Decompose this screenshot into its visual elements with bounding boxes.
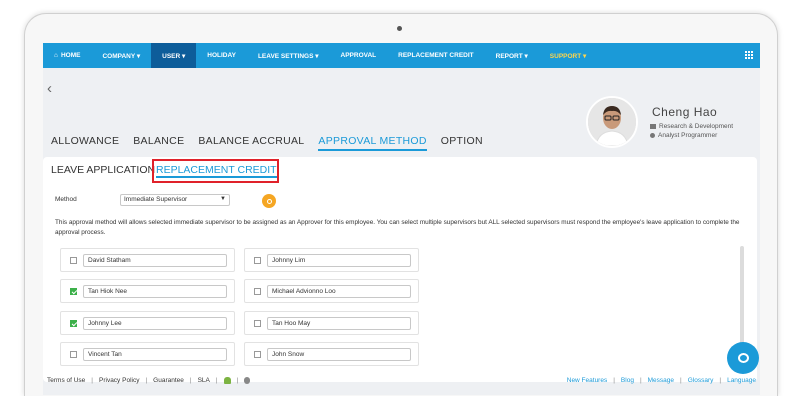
employee-name: Tan Hoo May bbox=[267, 317, 411, 330]
employee-checkbox[interactable] bbox=[70, 257, 77, 264]
grid-icon[interactable] bbox=[745, 51, 754, 60]
footer-terms[interactable]: Terms of Use bbox=[47, 377, 85, 384]
nav-home[interactable]: ⌂ HOME bbox=[43, 43, 91, 68]
employee-item: Tan Hoo May bbox=[244, 311, 419, 335]
nav-user[interactable]: USER ▾ bbox=[151, 43, 197, 68]
employee-checkbox[interactable] bbox=[254, 351, 261, 358]
footer-language[interactable]: Language bbox=[727, 377, 756, 384]
footer-guarantee[interactable]: Guarantee bbox=[153, 377, 184, 384]
method-label: Method bbox=[55, 196, 77, 203]
scrollbar[interactable] bbox=[740, 246, 744, 346]
method-value: Immediate Supervisor bbox=[124, 196, 188, 203]
employee-item: Johnny Lim bbox=[244, 248, 419, 272]
employee-name: Vincent Tan bbox=[83, 348, 227, 361]
caret-down-icon: ▼ bbox=[220, 196, 226, 202]
nav-company[interactable]: COMPANY ▾ bbox=[91, 43, 151, 68]
tab-balance[interactable]: BALANCE bbox=[133, 135, 184, 151]
nav-leave-settings[interactable]: LEAVE SETTINGS ▾ bbox=[247, 43, 330, 68]
employee-checkbox[interactable] bbox=[254, 320, 261, 327]
footer-new-features[interactable]: New Features bbox=[567, 377, 607, 384]
briefcase-icon bbox=[650, 123, 656, 129]
method-select[interactable]: Immediate Supervisor ▼ bbox=[120, 194, 230, 206]
employee-checkbox[interactable] bbox=[70, 320, 77, 327]
help-button[interactable] bbox=[262, 194, 276, 208]
employee-item: John Snow bbox=[244, 342, 419, 366]
employee-item: David Statham bbox=[60, 248, 235, 272]
employee-name: Johnny Lim bbox=[267, 254, 411, 267]
employee-name: Johnny Lee bbox=[83, 317, 227, 330]
employee-item: Vincent Tan bbox=[60, 342, 235, 366]
avatar bbox=[586, 96, 638, 148]
employee-name: John Snow bbox=[267, 348, 411, 361]
tab-option[interactable]: OPTION bbox=[441, 135, 483, 151]
top-nav: ⌂ HOME COMPANY ▾ USER ▾ HOLIDAY LEAVE SET… bbox=[43, 43, 760, 68]
tab-approval-method[interactable]: APPROVAL METHOD bbox=[318, 135, 427, 151]
profile-name: Cheng Hao bbox=[652, 105, 718, 119]
footer-left-links: Terms of Use | Privacy Policy | Guarantee |… bbox=[47, 377, 251, 384]
nav-report[interactable]: REPORT ▾ bbox=[485, 43, 539, 68]
home-icon: ⌂ bbox=[54, 52, 58, 59]
main-tabs: ALLOWANCE BALANCE BALANCE ACCRUAL APPROV… bbox=[51, 135, 483, 151]
footer-blog[interactable]: Blog bbox=[621, 377, 634, 384]
employee-item: Tan Hiok Nee bbox=[60, 279, 235, 303]
bulb-icon bbox=[266, 198, 272, 204]
footer-message[interactable]: Message bbox=[648, 377, 674, 384]
profile-department: Research & Development bbox=[650, 123, 733, 130]
employee-checkbox[interactable] bbox=[254, 288, 261, 295]
profile-position: Analyst Programmer bbox=[650, 132, 717, 139]
employee-checkbox[interactable] bbox=[70, 351, 77, 358]
employee-name: Tan Hiok Nee bbox=[83, 285, 227, 298]
employee-name: Michael Advionno Loo bbox=[267, 285, 411, 298]
footer-privacy[interactable]: Privacy Policy bbox=[99, 377, 139, 384]
highlight-box bbox=[152, 159, 279, 183]
nav-support[interactable]: SUPPORT ▾ bbox=[539, 43, 598, 68]
back-chevron-icon[interactable]: ‹ bbox=[47, 81, 52, 96]
employee-item: Johnny Lee bbox=[60, 311, 235, 335]
android-icon[interactable] bbox=[223, 377, 231, 384]
employee-name: David Statham bbox=[83, 254, 227, 267]
nav-replacement-credit[interactable]: REPLACEMENT CREDIT bbox=[387, 43, 484, 68]
employee-checkbox[interactable] bbox=[254, 257, 261, 264]
employee-checkbox[interactable] bbox=[70, 288, 77, 295]
employee-item: Michael Advionno Loo bbox=[244, 279, 419, 303]
tab-balance-accrual[interactable]: BALANCE ACCRUAL bbox=[198, 135, 304, 151]
nav-holiday[interactable]: HOLIDAY bbox=[196, 43, 247, 68]
approval-description: This approval method will allows selecte… bbox=[55, 219, 740, 236]
subtab-leave-application[interactable]: LEAVE APPLICATION bbox=[51, 164, 155, 176]
tab-allowance[interactable]: ALLOWANCE bbox=[51, 135, 119, 151]
footer-glossary[interactable]: Glossary bbox=[688, 377, 714, 384]
apple-icon[interactable] bbox=[244, 377, 251, 384]
chat-bubble-icon[interactable] bbox=[727, 342, 759, 374]
app-screen: ⌂ HOME COMPANY ▾ USER ▾ HOLIDAY LEAVE SET… bbox=[43, 43, 760, 395]
camera-dot bbox=[397, 26, 402, 31]
user-icon bbox=[650, 132, 655, 138]
footer-sla[interactable]: SLA bbox=[198, 377, 210, 384]
footer-right-links: New Features | Blog | Message | Glossary | L… bbox=[566, 377, 756, 384]
nav-approval[interactable]: APPROVAL bbox=[330, 43, 388, 68]
